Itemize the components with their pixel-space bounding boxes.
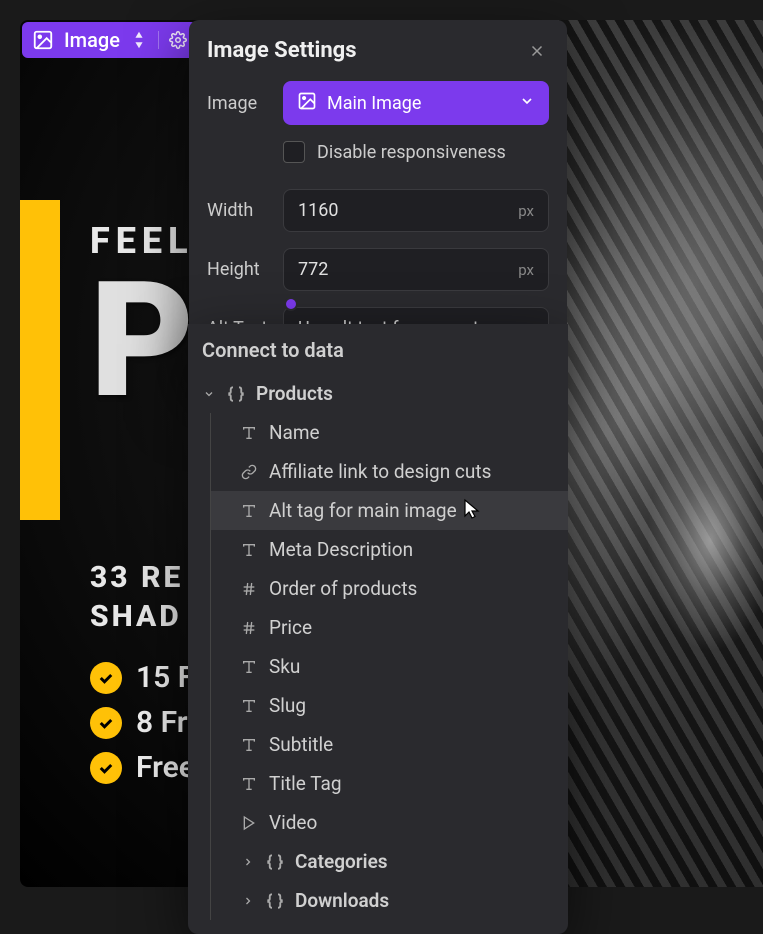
text-icon — [239, 659, 259, 675]
height-row: Height px — [207, 248, 549, 291]
close-button[interactable] — [525, 39, 549, 63]
selector-icon[interactable] — [130, 31, 148, 49]
number-icon — [239, 581, 259, 597]
yellow-accent-bar — [20, 200, 60, 520]
field-label: Price — [269, 616, 312, 639]
field-label: Video — [269, 811, 317, 834]
feature-text: Free — [136, 750, 195, 785]
hero-big-text: P — [90, 262, 196, 422]
field-sku[interactable]: Sku — [210, 647, 568, 686]
field-label: Affiliate link to design cuts — [269, 460, 491, 483]
field-order[interactable]: Order of products — [210, 569, 568, 608]
check-icon — [90, 752, 122, 784]
field-affiliate-link[interactable]: Affiliate link to design cuts — [210, 452, 568, 491]
feature-list: 15 F 8 Fr Free — [90, 660, 195, 795]
popover-title: Connect to data — [188, 338, 568, 374]
height-unit[interactable]: px — [518, 261, 534, 279]
width-input-wrapper[interactable]: px — [283, 189, 549, 232]
field-label: Order of products — [269, 577, 417, 600]
tree-categories[interactable]: Categories — [210, 842, 568, 881]
image-source-label: Image — [207, 93, 271, 114]
check-icon — [90, 662, 122, 694]
height-input-wrapper[interactable]: px — [283, 248, 549, 291]
text-icon — [239, 698, 259, 714]
feature-text: 8 Fr — [136, 705, 188, 740]
field-label: Title Tag — [269, 772, 342, 795]
feature-row: 8 Fr — [90, 705, 195, 740]
panel-title: Image Settings — [207, 38, 357, 63]
gear-icon[interactable] — [169, 31, 187, 49]
image-source-select[interactable]: Main Image — [283, 81, 549, 125]
feature-row: Free — [90, 750, 195, 785]
height-label: Height — [207, 259, 271, 280]
text-icon — [239, 542, 259, 558]
field-alt-tag[interactable]: Alt tag for main image — [210, 491, 568, 530]
braces-icon — [265, 853, 285, 871]
width-label: Width — [207, 200, 271, 221]
field-name[interactable]: Name — [210, 413, 568, 452]
text-icon — [239, 425, 259, 441]
feature-text: 15 F — [136, 660, 194, 695]
field-subtitle[interactable]: Subtitle — [210, 725, 568, 764]
field-meta-description[interactable]: Meta Description — [210, 530, 568, 569]
check-icon — [90, 707, 122, 739]
text-icon — [239, 776, 259, 792]
width-input[interactable] — [298, 200, 487, 221]
field-label: Name — [269, 421, 320, 444]
tree-products[interactable]: Products — [188, 374, 568, 413]
chevron-down-icon — [202, 388, 216, 400]
connect-data-popover: Connect to data Products Name Affiliate … — [188, 324, 568, 934]
disable-responsiveness-checkbox[interactable] — [283, 141, 305, 163]
chevron-down-icon — [519, 93, 535, 113]
image-icon — [32, 29, 54, 51]
image-source-row: Image Main Image — [207, 81, 549, 125]
text-icon — [239, 737, 259, 753]
element-tag-bar[interactable]: Image — [22, 22, 197, 58]
number-icon — [239, 620, 259, 636]
image-source-value: Main Image — [327, 93, 509, 114]
field-label: Sku — [269, 655, 300, 678]
field-label: Slug — [269, 694, 306, 717]
video-icon — [239, 815, 259, 831]
width-row: Width px — [207, 189, 549, 232]
field-label: Subtitle — [269, 733, 333, 756]
field-price[interactable]: Price — [210, 608, 568, 647]
disable-responsiveness-label: Disable responsiveness — [317, 142, 506, 163]
field-label: Meta Description — [269, 538, 413, 561]
feature-row: 15 F — [90, 660, 195, 695]
image-icon — [297, 91, 317, 115]
field-title-tag[interactable]: Title Tag — [210, 764, 568, 803]
field-video[interactable]: Video — [210, 803, 568, 842]
tree-label: Categories — [295, 850, 388, 873]
width-unit[interactable]: px — [518, 202, 534, 220]
hero-text: FEEL P — [90, 220, 196, 422]
field-label: Alt tag for main image — [269, 499, 457, 522]
divider — [158, 31, 159, 49]
field-slug[interactable]: Slug — [210, 686, 568, 725]
chevron-right-icon — [241, 895, 255, 907]
tree-label: Downloads — [295, 889, 389, 912]
link-icon — [239, 464, 259, 480]
chevron-right-icon — [241, 856, 255, 868]
braces-icon — [265, 892, 285, 910]
braces-icon — [226, 385, 246, 403]
disable-responsiveness-row: Disable responsiveness — [283, 141, 549, 163]
panel-header: Image Settings — [189, 20, 567, 81]
data-binding-indicator[interactable] — [284, 297, 298, 311]
height-input[interactable] — [298, 259, 487, 280]
text-icon — [239, 503, 259, 519]
tree-label: Products — [256, 382, 333, 405]
tag-label: Image — [64, 28, 120, 52]
